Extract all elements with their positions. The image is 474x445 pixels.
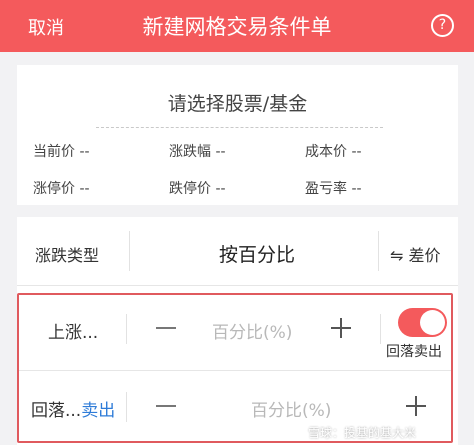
fallback-plus-icon[interactable] — [406, 396, 426, 416]
fallback-action-link[interactable]: 卖出 — [81, 401, 115, 421]
divider — [19, 370, 451, 371]
rise-minus-icon[interactable] — [156, 327, 176, 329]
limit-down-price: 跌停价 -- — [169, 181, 226, 197]
fallback-sell-toggle[interactable] — [398, 308, 447, 337]
page-title: 新建网格交易条件单 — [142, 15, 332, 39]
divider — [96, 127, 383, 128]
limit-up-price: 涨停价 -- — [33, 181, 90, 197]
stock-info-card: 请选择股票/基金 当前价 -- 涨跌幅 -- 成本价 -- 涨停价 -- 跌停价… — [17, 65, 458, 205]
help-icon[interactable]: ? — [431, 14, 454, 37]
fallback-minus-icon[interactable] — [156, 405, 176, 407]
divider — [126, 314, 127, 344]
rise-percent-input[interactable]: 百分比(%) — [212, 318, 292, 343]
rise-label: 上涨... — [48, 323, 99, 343]
fallback-label-text: 回落... — [31, 401, 82, 421]
divider — [126, 392, 127, 422]
fallback-label: 回落...卖出 — [31, 396, 115, 421]
divider — [378, 231, 379, 271]
cost-price: 成本价 -- — [305, 144, 362, 160]
divider — [380, 314, 381, 344]
select-stock-button[interactable]: 请选择股票/基金 — [17, 89, 458, 116]
divider — [129, 231, 130, 271]
current-price: 当前价 -- — [33, 144, 90, 160]
toggle-knob — [420, 310, 445, 335]
divider — [17, 285, 458, 286]
change-type-select[interactable]: 按百分比 — [162, 240, 352, 267]
fallback-sell-label: 回落卖出 — [386, 344, 442, 360]
profit-ratio: 盈亏率 -- — [305, 181, 362, 197]
change-percent: 涨跌幅 -- — [169, 144, 226, 160]
rise-plus-icon[interactable] — [331, 318, 351, 338]
header-bar: 取消 新建网格交易条件单 ? — [0, 0, 474, 52]
fallback-percent-input[interactable]: 百分比(%) — [251, 396, 331, 421]
switch-to-diff-button[interactable]: ⇋ 差价 — [390, 242, 441, 266]
change-type-label: 涨跌类型 — [35, 246, 100, 265]
watermark: 雪球：投基的基大米 — [308, 426, 417, 440]
